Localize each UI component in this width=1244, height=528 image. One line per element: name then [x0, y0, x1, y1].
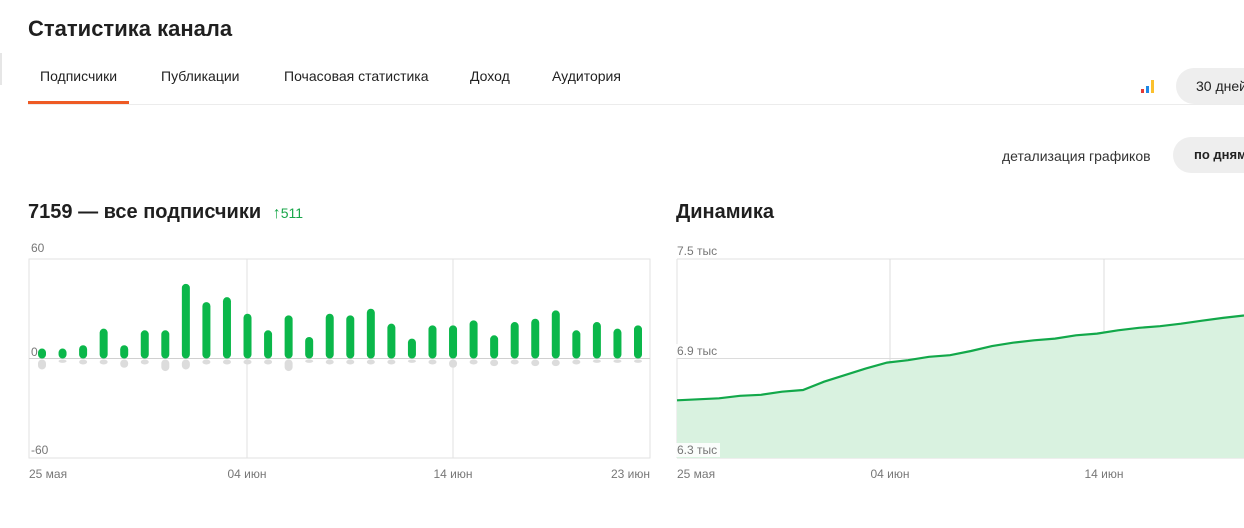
bar-negative: [634, 359, 642, 363]
x-tick-label: 14 июн: [433, 467, 472, 480]
arrow-up-icon: ↑: [272, 205, 281, 222]
bar-positive: [140, 330, 149, 359]
y-tick-label: 7.5 тыс: [677, 244, 717, 258]
x-tick-label: 04 июн: [870, 467, 909, 480]
bar-positive: [407, 338, 416, 359]
tab-publications[interactable]: Публикации: [149, 56, 251, 104]
bar-negative: [572, 359, 581, 365]
detail-select[interactable]: по дням: [1173, 137, 1244, 173]
subscribers-delta: ↑511: [272, 205, 304, 222]
tab-audience[interactable]: Аудитория: [540, 56, 633, 104]
bar-positive: [449, 325, 458, 359]
bar-positive: [490, 335, 499, 359]
tab-income[interactable]: Доход: [458, 56, 522, 104]
x-tick-label: 04 июн: [227, 467, 266, 480]
bar-negative: [58, 359, 67, 363]
bar-negative: [407, 359, 416, 363]
dynamics-title: Динамика: [676, 201, 774, 223]
bar-negative: [284, 359, 293, 372]
x-tick-label: 25 мая: [677, 467, 715, 480]
bar-positive: [613, 328, 622, 359]
bar-positive: [325, 313, 334, 359]
bar-positive: [469, 320, 478, 359]
left-edge-divider: [0, 53, 2, 85]
page-title: Статистика канала: [28, 16, 233, 41]
bar-negative: [366, 359, 375, 365]
delta-value: 511: [280, 205, 304, 221]
bar-negative: [181, 359, 190, 370]
period-select[interactable]: 30 дней: [1176, 68, 1244, 104]
bar-negative: [202, 359, 211, 365]
bar-positive: [79, 345, 88, 359]
bar-positive: [99, 328, 108, 359]
bar-negative: [346, 359, 355, 365]
bar-negative: [510, 359, 519, 365]
bar-negative: [613, 359, 622, 363]
bar-positive: [222, 297, 231, 359]
bar-positive: [428, 325, 437, 359]
bar-positive: [366, 308, 375, 359]
bar-positive: [243, 313, 252, 359]
y-tick-label: 6.9 тыс: [677, 344, 717, 358]
bar-positive: [120, 345, 129, 359]
bar-negative: [99, 359, 108, 365]
bar-positive: [284, 315, 293, 359]
bar-negative: [140, 359, 149, 365]
bar-positive: [38, 348, 46, 359]
bar-negative: [551, 359, 560, 367]
bar-negative: [531, 359, 540, 367]
bar-negative: [428, 359, 437, 365]
x-tick-label: 25 мая: [29, 467, 67, 480]
tab-hourly-stats[interactable]: Почасовая статистика: [272, 56, 441, 104]
bar-positive: [510, 322, 519, 359]
bar-negative: [38, 359, 46, 370]
bar-negative: [305, 359, 314, 363]
detail-label: детализация графиков: [1002, 148, 1151, 164]
bar-positive: [58, 348, 67, 359]
y-tick-label: 6.3 тыс: [677, 443, 717, 457]
bar-chart-icon[interactable]: [1140, 78, 1158, 94]
bar-negative: [161, 359, 170, 372]
bar-positive: [305, 336, 314, 359]
bar-positive: [161, 330, 170, 359]
bar-negative: [243, 359, 252, 365]
bar-positive: [634, 325, 642, 359]
bar-negative: [120, 359, 129, 368]
bar-negative: [387, 359, 396, 365]
subscribers-title-text: — все подписчики: [78, 201, 262, 223]
y-tick-label: -60: [31, 443, 49, 457]
bar-positive: [181, 283, 190, 359]
bar-negative: [449, 359, 458, 368]
bar-positive: [387, 323, 396, 359]
bar-positive: [346, 315, 355, 359]
bar-positive: [264, 330, 273, 359]
subscribers-title: 7159 — все подписчики ↑511: [28, 201, 303, 224]
bar-positive: [531, 318, 540, 359]
subscribers-bar-chart: 60 0 -60 25 мая 04 июн 14 июн 23 июн: [28, 241, 651, 480]
bar-positive: [592, 322, 601, 359]
bar-negative: [264, 359, 273, 365]
y-tick-label: 0: [31, 345, 38, 359]
dynamics-area-chart: 7.5 тыс 6.9 тыс 6.3 тыс 25 мая 04 июн 14 июн: [676, 244, 1244, 480]
bar-positive: [551, 310, 560, 359]
tabs-bar: Подписчики Публикации Почасовая статисти…: [28, 56, 1244, 105]
bar-positive: [572, 330, 581, 359]
bar-negative: [592, 359, 601, 363]
bar-negative: [325, 359, 334, 365]
bar-negative: [222, 359, 231, 365]
bar-negative: [490, 359, 499, 367]
x-tick-label: 23 июн: [611, 467, 650, 480]
subscribers-count: 7159: [28, 201, 73, 223]
tab-subscribers[interactable]: Подписчики: [28, 56, 130, 104]
bar-negative: [469, 359, 478, 365]
x-tick-label: 14 июн: [1084, 467, 1123, 480]
y-tick-label: 60: [31, 241, 45, 255]
bar-negative: [79, 359, 88, 365]
area-fill: [677, 315, 1244, 458]
bar-positive: [202, 302, 211, 359]
